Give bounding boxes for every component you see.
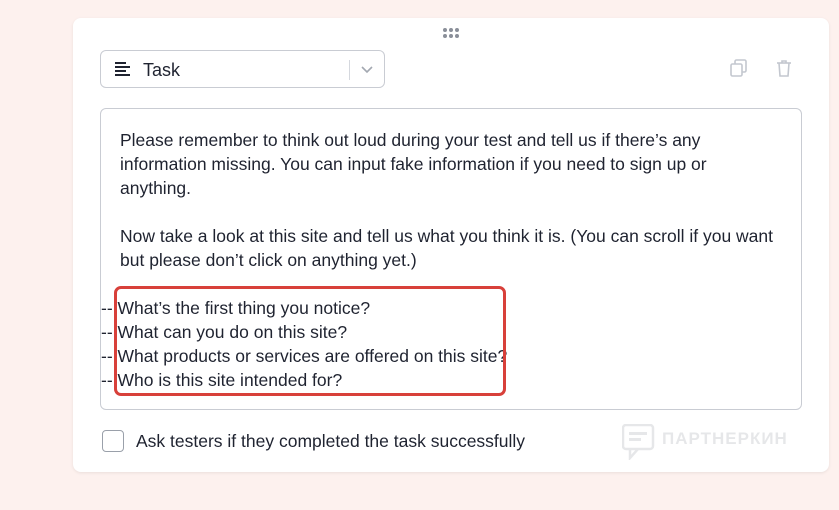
completion-checkbox[interactable] bbox=[102, 430, 124, 452]
completion-checkbox-label: Ask testers if they completed the task s… bbox=[136, 431, 526, 451]
instruction-paragraph: Now take a look at this site and tell us… bbox=[120, 226, 774, 270]
intro-paragraph: Please remember to think out loud during… bbox=[120, 130, 707, 198]
copy-icon[interactable] bbox=[729, 58, 749, 78]
trash-icon[interactable] bbox=[774, 58, 794, 78]
block-type-label: Task bbox=[143, 60, 181, 80]
text-align-left-icon bbox=[115, 62, 130, 76]
task-description-editor[interactable]: Please remember to think out loud during… bbox=[100, 108, 802, 410]
question-line: -- What’s the first thing you notice? bbox=[101, 298, 371, 318]
question-line: -- What can you do on this site? bbox=[101, 322, 348, 342]
chevron-down-icon[interactable] bbox=[359, 61, 375, 77]
editor-content: Please remember to think out loud during… bbox=[101, 128, 780, 392]
block-type-select[interactable]: Task bbox=[100, 50, 385, 88]
chat-bubble-icon bbox=[622, 424, 655, 460]
select-divider bbox=[349, 60, 350, 80]
watermark-text: ПАРТНЕРКИН bbox=[662, 429, 788, 448]
question-line: -- What products or services are offered… bbox=[101, 346, 508, 366]
drag-handle-icon[interactable] bbox=[443, 28, 459, 40]
question-line: -- Who is this site intended for? bbox=[101, 370, 343, 390]
